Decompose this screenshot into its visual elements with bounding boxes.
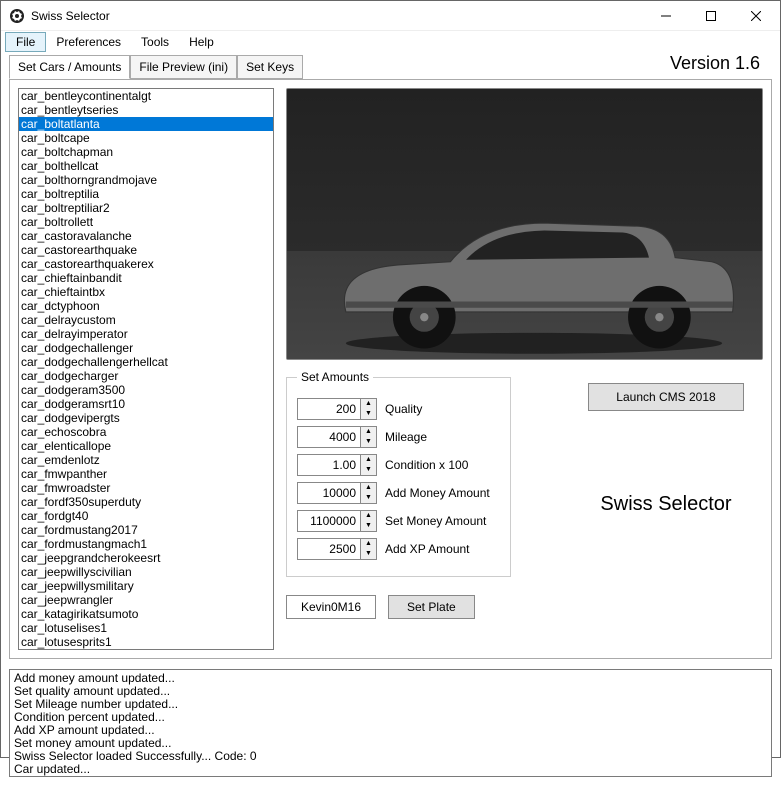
set-amounts-group: Set Amounts ▲▼ Quality ▲▼ Mileage xyxy=(286,370,511,577)
list-item[interactable]: car_fordgt40 xyxy=(19,509,273,523)
add-money-input[interactable] xyxy=(297,482,361,504)
list-item[interactable]: car_dodgeram3500 xyxy=(19,383,273,397)
list-item[interactable]: car_delraycustom xyxy=(19,313,273,327)
mileage-down-icon[interactable]: ▼ xyxy=(361,437,376,447)
list-item[interactable]: car_lotusesprits1 xyxy=(19,635,273,649)
set-money-input[interactable] xyxy=(297,510,361,532)
quality-input[interactable] xyxy=(297,398,361,420)
list-item[interactable]: car_fordmustangmach1 xyxy=(19,537,273,551)
log-output[interactable]: Add money amount updated...Set quality a… xyxy=(9,669,772,777)
menu-tools[interactable]: Tools xyxy=(131,33,179,51)
tab-file-preview[interactable]: File Preview (ini) xyxy=(130,55,237,79)
list-item[interactable]: car_boltreptiliar2 xyxy=(19,201,273,215)
menu-file[interactable]: File xyxy=(5,32,46,52)
list-item[interactable]: car_boltchapman xyxy=(19,145,273,159)
list-item[interactable]: car_elenticallope xyxy=(19,439,273,453)
list-item[interactable]: car_boltrollett xyxy=(19,215,273,229)
condition-label: Condition x 100 xyxy=(385,458,468,472)
condition-stepper[interactable]: ▲▼ xyxy=(297,454,377,476)
list-item[interactable]: car_boltcape xyxy=(19,131,273,145)
add-xp-down-icon[interactable]: ▼ xyxy=(361,549,376,559)
plate-input[interactable] xyxy=(286,595,376,619)
list-item[interactable]: car_dodgechallenger xyxy=(19,341,273,355)
mileage-up-icon[interactable]: ▲ xyxy=(361,427,376,437)
mileage-input[interactable] xyxy=(297,426,361,448)
list-item[interactable]: car_delrayimperator xyxy=(19,327,273,341)
set-money-up-icon[interactable]: ▲ xyxy=(361,511,376,521)
mileage-stepper[interactable]: ▲▼ xyxy=(297,426,377,448)
add-money-down-icon[interactable]: ▼ xyxy=(361,493,376,503)
list-item[interactable]: car_bolthorngrandmojave xyxy=(19,173,273,187)
set-plate-button[interactable]: Set Plate xyxy=(388,595,475,619)
add-xp-up-icon[interactable]: ▲ xyxy=(361,539,376,549)
list-item[interactable]: car_jeepgrandcherokeesrt xyxy=(19,551,273,565)
list-item[interactable]: car_fmwpanther xyxy=(19,467,273,481)
close-button[interactable] xyxy=(733,2,778,30)
titlebar: Swiss Selector xyxy=(1,1,780,31)
list-item[interactable]: car_castoravalanche xyxy=(19,229,273,243)
set-money-stepper[interactable]: ▲▼ xyxy=(297,510,377,532)
maximize-button[interactable] xyxy=(688,2,733,30)
list-item[interactable]: car_bentleytseries xyxy=(19,103,273,117)
tab-panel: car_bentleycontinentalgtcar_bentleytseri… xyxy=(9,79,772,659)
log-line: Car updated... xyxy=(14,763,767,776)
list-item[interactable]: car_jeepwillyscivilian xyxy=(19,565,273,579)
list-item[interactable]: car_dodgevipergts xyxy=(19,411,273,425)
list-item[interactable]: car_bentleycontinentalgt xyxy=(19,89,273,103)
menu-help[interactable]: Help xyxy=(179,33,224,51)
car-preview-image xyxy=(286,88,763,360)
list-item[interactable]: car_katagirikatsumoto xyxy=(19,607,273,621)
set-money-label: Set Money Amount xyxy=(385,514,486,528)
list-item[interactable]: car_dodgecharger xyxy=(19,369,273,383)
quality-down-icon[interactable]: ▼ xyxy=(361,409,376,419)
add-money-stepper[interactable]: ▲▼ xyxy=(297,482,377,504)
list-item[interactable]: car_chieftaintbx xyxy=(19,285,273,299)
log-line: Swiss Selector loaded Successfully... Co… xyxy=(14,750,767,763)
tab-set-cars[interactable]: Set Cars / Amounts xyxy=(9,55,130,79)
list-item[interactable]: car_boltreptilia xyxy=(19,187,273,201)
set-amounts-legend: Set Amounts xyxy=(297,370,373,384)
add-xp-label: Add XP Amount xyxy=(385,542,470,556)
tab-set-keys[interactable]: Set Keys xyxy=(237,55,303,79)
list-item[interactable]: car_emdenlotz xyxy=(19,453,273,467)
list-item[interactable]: car_boltatlanta xyxy=(19,117,273,131)
list-item[interactable]: car_echoscobra xyxy=(19,425,273,439)
list-item[interactable]: car_dodgechallengerhellcat xyxy=(19,355,273,369)
list-item[interactable]: car_jeepwrangler xyxy=(19,593,273,607)
brand-label: Swiss Selector xyxy=(576,493,756,516)
add-xp-input[interactable] xyxy=(297,538,361,560)
quality-up-icon[interactable]: ▲ xyxy=(361,399,376,409)
list-item[interactable]: car_dodgeramsrt10 xyxy=(19,397,273,411)
app-icon xyxy=(9,8,25,24)
launch-button[interactable]: Launch CMS 2018 xyxy=(588,383,744,411)
list-item[interactable]: car_fordmustang2017 xyxy=(19,523,273,537)
quality-label: Quality xyxy=(385,402,422,416)
tab-bar: Set Cars / Amounts File Preview (ini) Se… xyxy=(9,53,772,79)
window-title: Swiss Selector xyxy=(31,9,643,23)
menu-preferences[interactable]: Preferences xyxy=(46,33,131,51)
list-item[interactable]: car_chieftainbandit xyxy=(19,271,273,285)
list-item[interactable]: car_lotuselises1 xyxy=(19,621,273,635)
car-listbox[interactable]: car_bentleycontinentalgtcar_bentleytseri… xyxy=(18,88,274,650)
minimize-button[interactable] xyxy=(643,2,688,30)
list-item[interactable]: car_fordf350superduty xyxy=(19,495,273,509)
list-item[interactable]: car_fmwroadster xyxy=(19,481,273,495)
list-item[interactable]: car_castorearthquake xyxy=(19,243,273,257)
condition-input[interactable] xyxy=(297,454,361,476)
menubar: File Preferences Tools Help xyxy=(1,31,780,53)
condition-down-icon[interactable]: ▼ xyxy=(361,465,376,475)
condition-up-icon[interactable]: ▲ xyxy=(361,455,376,465)
set-money-down-icon[interactable]: ▼ xyxy=(361,521,376,531)
list-item[interactable]: car_jeepwillysmilitary xyxy=(19,579,273,593)
add-money-label: Add Money Amount xyxy=(385,486,490,500)
quality-stepper[interactable]: ▲▼ xyxy=(297,398,377,420)
add-xp-stepper[interactable]: ▲▼ xyxy=(297,538,377,560)
version-label: Version 1.6 xyxy=(670,53,760,74)
list-item[interactable]: car_dctyphoon xyxy=(19,299,273,313)
mileage-label: Mileage xyxy=(385,430,427,444)
list-item[interactable]: car_bolthellcat xyxy=(19,159,273,173)
list-item[interactable]: car_castorearthquakerex xyxy=(19,257,273,271)
add-money-up-icon[interactable]: ▲ xyxy=(361,483,376,493)
